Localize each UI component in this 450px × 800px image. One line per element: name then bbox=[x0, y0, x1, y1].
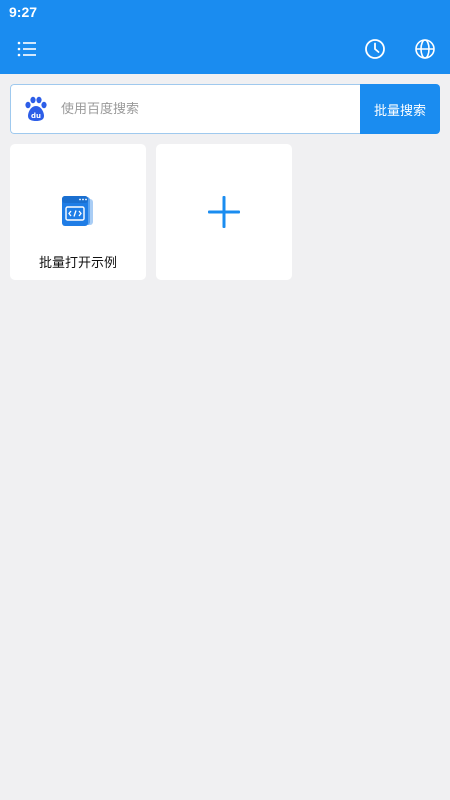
baidu-paw-icon: du bbox=[24, 96, 48, 122]
history-button[interactable] bbox=[362, 36, 388, 62]
code-window-icon bbox=[60, 194, 96, 230]
list-menu-icon bbox=[17, 41, 36, 57]
search-box[interactable]: du bbox=[10, 84, 360, 134]
svg-text:du: du bbox=[31, 112, 41, 120]
clock-icon bbox=[365, 39, 385, 59]
app-bar: 9:27 bbox=[0, 0, 450, 74]
card-label: 批量打开示例 bbox=[38, 256, 117, 271]
batch-open-example-card[interactable]: 批量打开示例 bbox=[10, 144, 146, 280]
search-input[interactable] bbox=[61, 101, 360, 117]
menu-button[interactable] bbox=[14, 36, 40, 62]
plus-icon bbox=[208, 196, 240, 228]
add-card-button[interactable] bbox=[156, 144, 292, 280]
status-time: 9:27 bbox=[9, 4, 38, 20]
browser-button[interactable] bbox=[412, 36, 438, 62]
batch-search-button[interactable]: 批量搜索 bbox=[360, 84, 440, 134]
search-bar: du 批量搜索 bbox=[10, 84, 440, 134]
globe-icon bbox=[415, 39, 435, 59]
